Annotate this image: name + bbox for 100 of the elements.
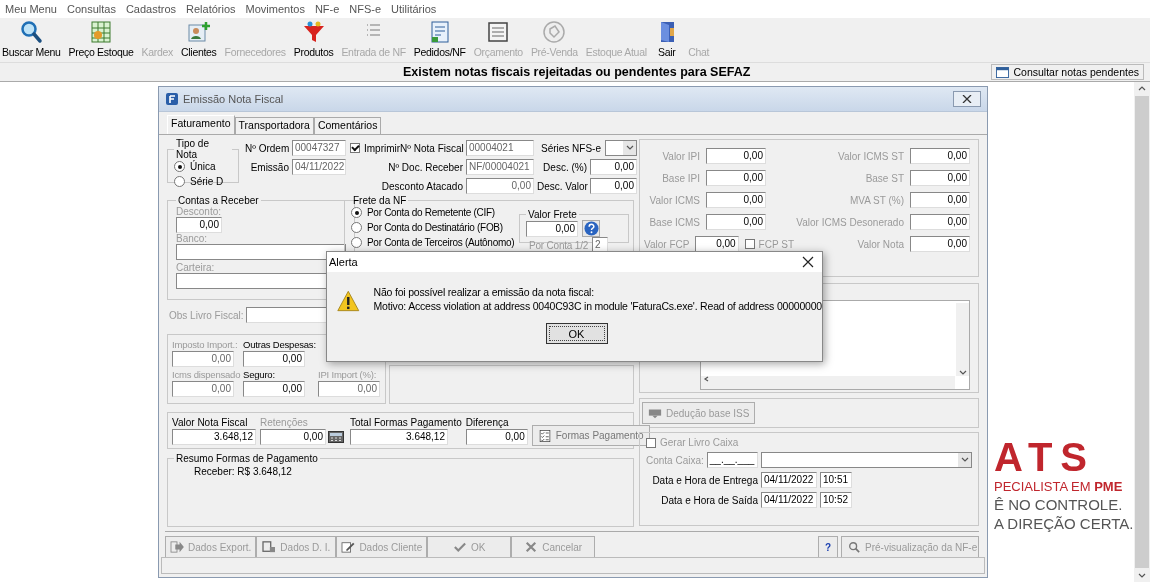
document-field[interactable]: NF/00004021 [466,159,534,175]
discount-value-field[interactable]: 0,00 [590,178,637,194]
field-label: Conta Caixa: [646,454,704,466]
menu-item[interactable]: Relatórios [181,3,241,15]
field-label: Base IPI [661,172,700,184]
total-field[interactable]: 3.648,12 [172,429,256,445]
wholesale-discount-field[interactable]: 0,00 [466,178,534,194]
total-field[interactable]: 3.648,12 [350,429,448,445]
help-button[interactable]: ? [818,536,838,558]
calculator-icon[interactable] [328,431,344,443]
field-label: Imposto Import.: [172,339,239,350]
freight-value-field[interactable]: 0,00 [526,220,578,237]
menu-item[interactable]: Consultas [62,3,121,15]
menu-item[interactable]: Movimentos [240,3,310,15]
warning-icon [337,289,360,313]
menu-item[interactable]: Cadastros [120,3,182,15]
export-icon [170,541,184,553]
field-label: Base ICMS [648,216,700,228]
window-icon [996,66,1010,78]
field-label: Valor Nota [856,238,904,250]
spreadsheet-icon [89,20,114,44]
payment-methods-button[interactable]: Formas Pagamento [531,425,650,446]
date-field[interactable]: 04/11/2022 [761,472,817,488]
bank-dropdown[interactable] [176,244,346,260]
field-label: Data e Hora de Entrega [651,474,758,486]
checklist-icon [537,429,552,442]
field-label: Desc. Valor [537,180,587,192]
account-dropdown[interactable] [760,452,972,468]
field-label: Banco: [176,233,209,244]
caret-icon[interactable] [625,145,634,151]
field-label: Base ST [864,172,904,184]
toolbar-button[interactable]: Sair [654,20,679,62]
pending-notes-button[interactable]: Consultar notas pendentes [991,64,1144,80]
caret-icon[interactable] [960,457,969,463]
radio-button[interactable]: Por Conta do Destinatário (FOB) [351,221,503,234]
field-label: Outras Despesas: [243,339,315,350]
discount-field[interactable]: 0,00 [176,217,222,233]
menu-item[interactable]: NFS-e [344,3,387,15]
field-label: Valor ICMS Desonerado [795,216,904,228]
magnifier-icon [847,541,861,553]
amount-field[interactable]: 0,00 [243,381,305,397]
tax-field[interactable]: 0,00 [910,148,970,164]
radio-button[interactable]: Série D [174,175,224,188]
radio-button[interactable]: Por Conta do Remetente (CIF) [351,206,495,219]
notice-text: Existem notas fiscais rejeitadas ou pendentes para SEFAZ [403,65,751,79]
field-label: Data e Hora de Saída [660,494,758,506]
tab[interactable]: Comentários [313,117,382,134]
tab[interactable]: Faturamento [167,115,235,134]
discount-percent-field[interactable]: 0,00 [590,159,637,175]
tax-field[interactable]: 0,00 [910,214,970,230]
time-field[interactable]: 10:52 [820,492,852,508]
toolbar-button[interactable]: Pedidos/NF [413,20,466,62]
date-field[interactable]: 04/11/2022 [761,492,817,508]
field-label: Icms dispensado [172,369,240,380]
toolbar-button[interactable]: Buscar Menu [2,20,61,62]
scrollbar[interactable] [1134,82,1150,582]
close-icon [524,541,539,553]
series-dropdown[interactable] [605,140,637,156]
dialog-title: Alerta [329,256,358,268]
tax-field[interactable]: 0,00 [910,170,970,186]
invoice-number-field[interactable]: 00004021 [466,140,534,156]
tax-field[interactable]: 0,00 [910,236,970,252]
menu-item[interactable]: Meu Menu [0,3,62,15]
tab[interactable]: Transportadora [234,117,314,134]
menu-item[interactable]: Utilitários [386,3,442,15]
time-field[interactable]: 10:51 [820,472,852,488]
tax-field[interactable]: 0,00 [706,148,766,164]
amount-field[interactable]: 0,00 [243,351,305,367]
field-label: Nº Ordem [245,142,289,154]
menu-item[interactable]: NF-e [309,3,345,15]
close-button[interactable] [953,91,981,107]
field-label: Valor Nota Fiscal [172,417,249,428]
field-label: Emissão [249,161,289,173]
issue-date-field[interactable]: 04/11/2022 [292,159,346,175]
tax-field[interactable]: 0,00 [910,192,970,208]
ok-button[interactable]: OK [545,323,608,344]
total-field[interactable]: 0,00 [465,429,528,445]
radio-button[interactable]: Única [174,160,216,173]
tax-field[interactable]: 0,00 [706,170,766,186]
close-icon [962,95,972,103]
help-button[interactable] [582,220,600,237]
document-icon [262,541,277,553]
field-label: Nº Doc. Receber [387,161,463,173]
tax-field[interactable]: 0,00 [706,214,766,230]
logo-text: A DIREÇÃO CERTA. [994,515,1134,532]
tax-field[interactable]: 0,00 [695,236,739,252]
group-title: Resumo Formas de Pagamento [175,453,319,464]
search-icon [19,20,44,44]
field-label: Por Conta 1/2 [529,239,589,251]
radio-button[interactable]: Por Conta de Terceiros (Autônomo) [351,236,515,249]
account-field[interactable]: __.__.___ [706,452,758,468]
logo-text: ATS [994,437,1097,477]
toolbar-button[interactable]: Produtos [293,20,334,62]
group-title: Frete da NF [352,195,408,206]
toolbar-button[interactable]: Preço Estoque [68,20,134,62]
order-number-field[interactable]: 00047327 [292,140,346,156]
window-title: Emissão Nota Fiscal [183,93,284,105]
checkbox[interactable]: Imprimir [350,142,401,154]
tax-field[interactable]: 0,00 [706,192,766,208]
toolbar-button[interactable]: Clientes [181,20,217,62]
